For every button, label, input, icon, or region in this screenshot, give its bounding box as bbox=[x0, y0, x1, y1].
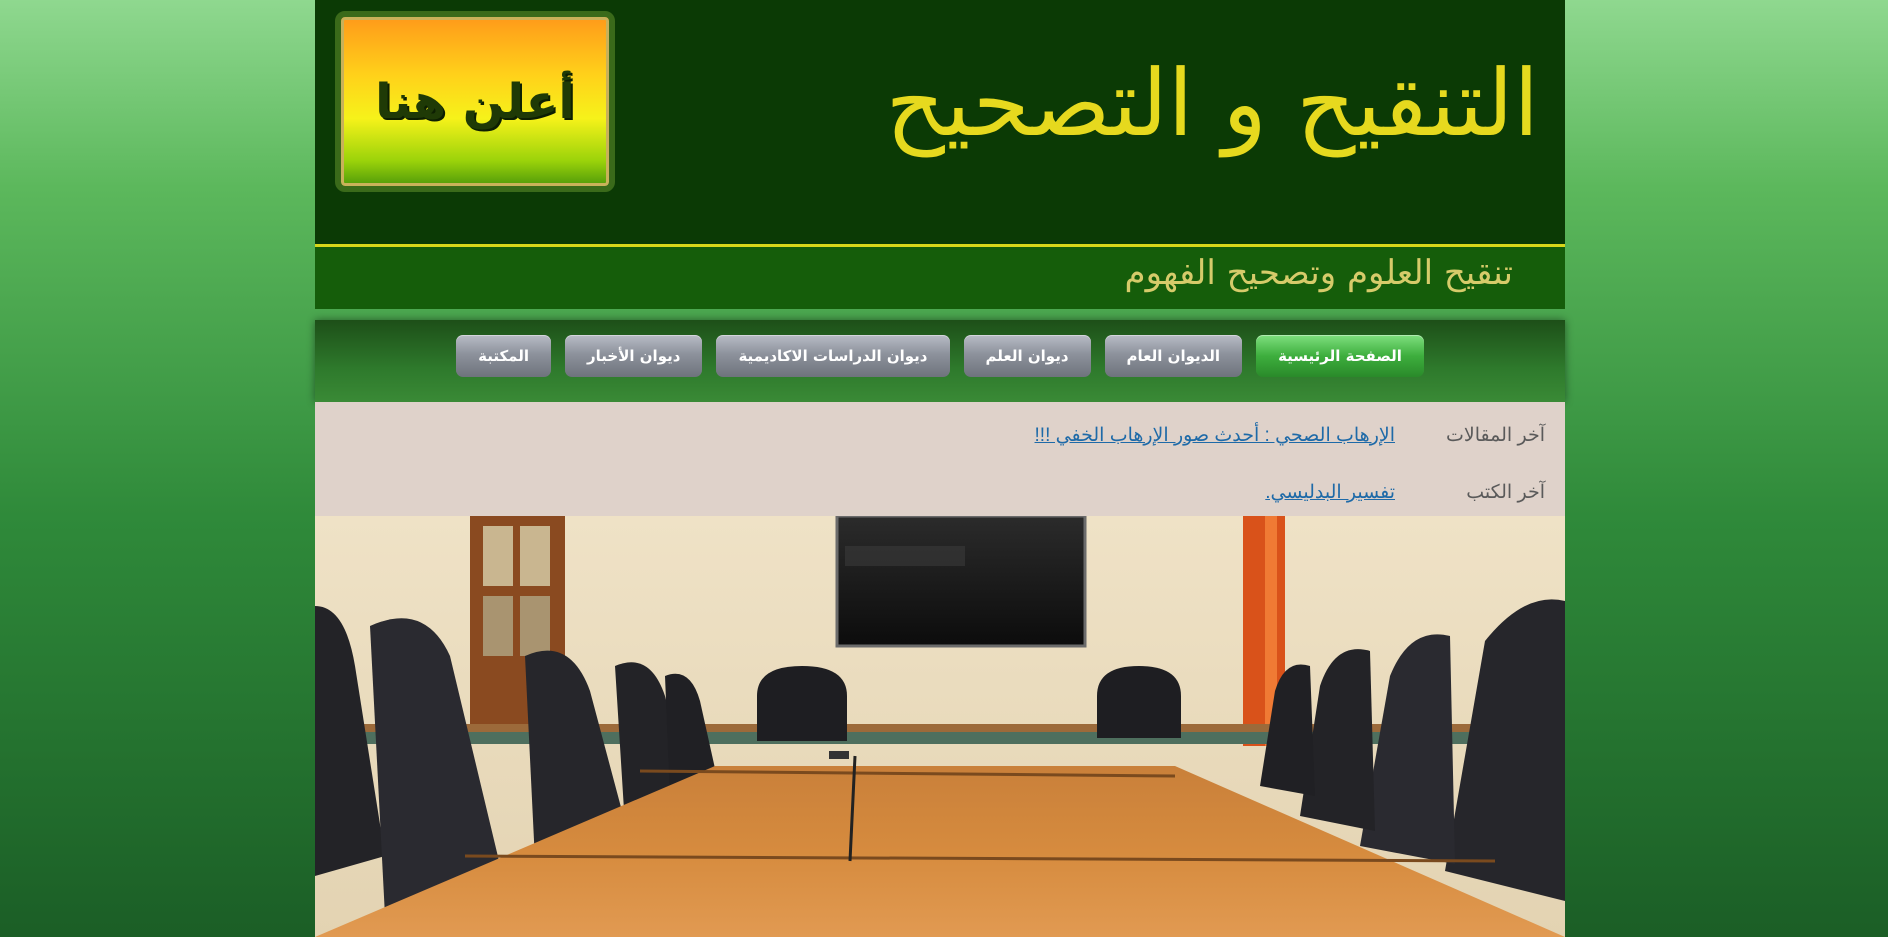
conference-room-illustration bbox=[315, 516, 1565, 937]
page: أعلن هنا التنقيح و التصحيح تنقيح العلوم … bbox=[315, 0, 1565, 937]
site-title-logo[interactable]: التنقيح و التصحيح bbox=[886, 50, 1539, 157]
nav-items: الصفحة الرئيسية الديوان العام ديوان العل… bbox=[315, 335, 1565, 377]
tagline-bar: تنقيح العلوم وتصحيح الفهوم bbox=[315, 247, 1565, 309]
nav-item-home[interactable]: الصفحة الرئيسية bbox=[1256, 335, 1424, 377]
latest-books-label: آخر الكتب bbox=[1466, 481, 1545, 503]
nav-item-news-diwan[interactable]: ديوان الأخبار bbox=[565, 335, 703, 377]
nav-item-library[interactable]: المكتبة bbox=[456, 335, 552, 377]
conference-room-image bbox=[315, 516, 1565, 937]
main-navigation: الصفحة الرئيسية الديوان العام ديوان العل… bbox=[315, 320, 1565, 402]
latest-book-link[interactable]: تفسير البدليسي. bbox=[1265, 481, 1395, 504]
latest-articles-label: آخر المقالات bbox=[1446, 424, 1545, 446]
advertise-banner[interactable]: أعلن هنا bbox=[335, 11, 615, 192]
nav-item-general-diwan[interactable]: الديوان العام bbox=[1104, 335, 1243, 377]
site-tagline: تنقيح العلوم وتصحيح الفهوم bbox=[1124, 253, 1513, 293]
nav-item-academic-studies[interactable]: ديوان الدراسات الاكاديمية bbox=[716, 335, 950, 377]
latest-books-row: آخر الكتب تفسير البدليسي. bbox=[1265, 477, 1545, 507]
advertise-text: أعلن هنا bbox=[375, 73, 575, 130]
latest-articles-row: آخر المقالات الإرهاب الصحي : أحدث صور ال… bbox=[1035, 420, 1545, 450]
nav-item-science-diwan[interactable]: ديوان العلم bbox=[963, 335, 1091, 377]
latest-section: آخر المقالات الإرهاب الصحي : أحدث صور ال… bbox=[315, 402, 1565, 516]
site-header: أعلن هنا التنقيح و التصحيح bbox=[315, 0, 1565, 244]
latest-article-link[interactable]: الإرهاب الصحي : أحدث صور الإرهاب الخفي !… bbox=[1035, 424, 1395, 447]
